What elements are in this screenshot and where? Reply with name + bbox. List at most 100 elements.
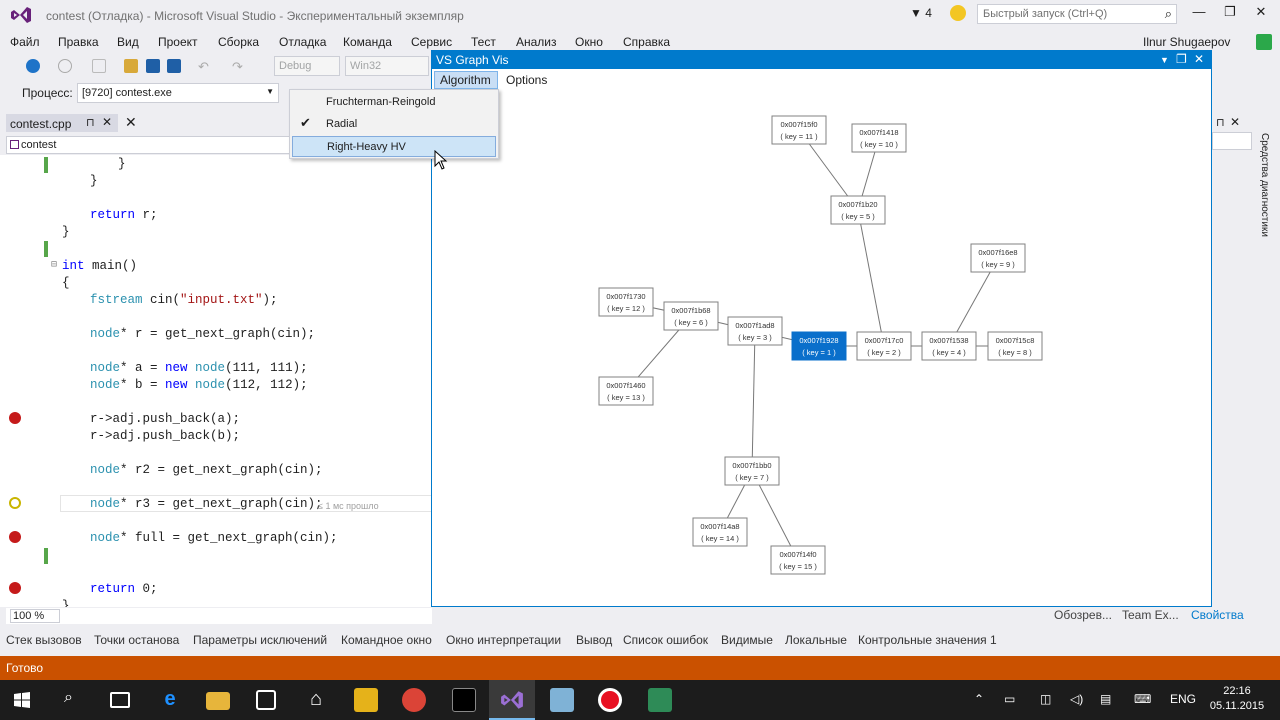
tab-autos[interactable]: Видимые bbox=[721, 633, 773, 647]
graph-node-n11[interactable]: 0x007f15f0 ( key = 11 ) bbox=[771, 115, 827, 145]
close-icon[interactable]: ✕ bbox=[1230, 115, 1240, 129]
open-file-icon[interactable] bbox=[124, 59, 138, 73]
visual-studio-icon[interactable] bbox=[500, 690, 524, 710]
app-blue-icon[interactable] bbox=[550, 688, 574, 712]
close-tab-icon[interactable]: ✕ bbox=[102, 115, 112, 129]
menu-help[interactable]: Справка bbox=[623, 35, 670, 49]
menu-view[interactable]: Вид bbox=[117, 35, 139, 49]
tab-breakpoints[interactable]: Точки останова bbox=[94, 633, 179, 647]
edge-icon[interactable]: e bbox=[158, 688, 182, 712]
breakpoint-disabled-icon[interactable] bbox=[9, 497, 21, 509]
show-hidden-icons-icon[interactable]: ⌃ bbox=[974, 692, 984, 706]
graph-node-n5[interactable]: 0x007f1b20 ( key = 5 ) bbox=[830, 195, 886, 225]
tab-watch-1[interactable]: Контрольные значения 1 bbox=[858, 633, 997, 647]
close-icon[interactable]: ✕ bbox=[1194, 52, 1204, 66]
user-avatar-icon[interactable] bbox=[1256, 34, 1272, 50]
redo-icon[interactable]: ↷ bbox=[232, 59, 246, 74]
graph-window-title-bar[interactable]: VS Graph Vis ▼ ❐ ✕ bbox=[432, 51, 1211, 69]
tab-contest-cpp[interactable]: contest.cpp ⊓ ✕ bbox=[6, 114, 118, 132]
window-menu-icon[interactable]: ▼ bbox=[1160, 55, 1169, 65]
graph-vis-window[interactable]: VS Graph Vis ▼ ❐ ✕ Algorithm Options 0x0… bbox=[431, 50, 1212, 607]
graph-node-n13[interactable]: 0x007f1460 ( key = 13 ) bbox=[598, 376, 654, 406]
menu-edit[interactable]: Правка bbox=[58, 35, 99, 49]
graph-node-n4[interactable]: 0x007f1538 ( key = 4 ) bbox=[921, 331, 977, 361]
tab-output[interactable]: Вывод bbox=[576, 633, 612, 647]
maximize-button[interactable]: ❐ bbox=[1217, 4, 1243, 24]
keyboard-icon[interactable]: ⌨ bbox=[1134, 692, 1151, 706]
tab-call-stack[interactable]: Стек вызовов bbox=[6, 633, 82, 647]
save-icon[interactable] bbox=[146, 59, 160, 73]
task-view-icon[interactable] bbox=[110, 692, 130, 708]
tab-locals[interactable]: Локальные bbox=[785, 633, 847, 647]
save-all-icon[interactable] bbox=[167, 59, 181, 73]
app-yellow-icon[interactable] bbox=[354, 688, 378, 712]
console-icon[interactable] bbox=[452, 688, 476, 712]
diagnostics-tools-tab[interactable]: Средства диагностики bbox=[1254, 133, 1270, 243]
close-document-icon[interactable]: ✕ bbox=[125, 114, 137, 131]
back-icon[interactable] bbox=[26, 59, 40, 73]
network-icon[interactable]: ◫ bbox=[1040, 692, 1051, 706]
language-indicator[interactable]: ENG bbox=[1170, 692, 1196, 706]
algorithm-right-heavy-hv[interactable]: Right-Heavy HV bbox=[292, 136, 496, 157]
tab-immediate-window[interactable]: Окно интерпретации bbox=[446, 633, 561, 647]
graph-node-n1[interactable]: 0x007f1928 ( key = 1 ) bbox=[791, 331, 847, 361]
search-icon[interactable]: ⌕ bbox=[64, 689, 73, 707]
graph-node-n3[interactable]: 0x007f1ad8 ( key = 3 ) bbox=[727, 316, 783, 346]
clock[interactable]: 22:16 05.11.2015 bbox=[1206, 684, 1268, 714]
menu-test[interactable]: Тест bbox=[471, 35, 496, 49]
menu-options[interactable]: Options bbox=[506, 73, 547, 87]
graph-node-n7[interactable]: 0x007f1bb0 ( key = 7 ) bbox=[724, 456, 780, 486]
chrome-icon[interactable] bbox=[402, 688, 426, 712]
breakpoint-icon[interactable] bbox=[9, 412, 21, 424]
graph-node-n15[interactable]: 0x007f14f0 ( key = 15 ) bbox=[770, 545, 826, 575]
graph-node-n12[interactable]: 0x007f1730 ( key = 12 ) bbox=[598, 287, 654, 317]
graph-node-n10[interactable]: 0x007f1418 ( key = 10 ) bbox=[851, 123, 907, 153]
undo-icon[interactable]: ↶ bbox=[198, 59, 212, 74]
close-button[interactable]: ✕ bbox=[1248, 4, 1274, 24]
perf-tip[interactable]: ≤ 1 мс прошло bbox=[318, 501, 379, 511]
menu-debug[interactable]: Отладка bbox=[279, 35, 326, 49]
configuration-select[interactable]: Debug bbox=[274, 56, 340, 76]
feedback-smiley-icon[interactable] bbox=[950, 5, 966, 21]
scope-select[interactable]: contest bbox=[21, 139, 56, 151]
graph-node-n8[interactable]: 0x007f15c8 ( key = 8 ) bbox=[987, 331, 1043, 361]
pin-icon[interactable]: ⊓ bbox=[1216, 116, 1225, 129]
graph-node-n6[interactable]: 0x007f1b68 ( key = 6 ) bbox=[663, 301, 719, 331]
tab-solution-explorer[interactable]: Обозрев... bbox=[1054, 608, 1112, 622]
graph-canvas[interactable]: 0x007f15f0 ( key = 11 ) 0x007f1418 ( key = … bbox=[432, 91, 1211, 606]
notifications-flag-icon[interactable]: ▼ 4 bbox=[910, 6, 932, 20]
menu-window[interactable]: Окно bbox=[575, 35, 603, 49]
tab-exception-settings[interactable]: Параметры исключений bbox=[193, 633, 327, 647]
store-icon[interactable] bbox=[256, 690, 276, 710]
code-editor[interactable]: } } return r; } ⊟ int main() { fstream c… bbox=[0, 155, 432, 607]
quick-launch-input[interactable]: Быстрый запуск (Ctrl+Q) ⌕ bbox=[977, 4, 1177, 24]
platform-select[interactable]: Win32 bbox=[345, 56, 429, 76]
user-name[interactable]: Ilnur Shugaepov bbox=[1143, 35, 1230, 49]
maximize-icon[interactable]: ❐ bbox=[1176, 52, 1187, 66]
menu-project[interactable]: Проект bbox=[158, 35, 198, 49]
forward-icon[interactable] bbox=[58, 59, 72, 73]
zoom-select[interactable]: 100 % bbox=[10, 609, 60, 623]
tab-properties[interactable]: Свойства bbox=[1191, 608, 1244, 622]
windows-start-icon[interactable] bbox=[14, 692, 30, 708]
battery-icon[interactable]: ▭ bbox=[1004, 692, 1015, 706]
record-icon[interactable] bbox=[598, 688, 622, 712]
breakpoint-icon[interactable] bbox=[9, 582, 21, 594]
home-icon[interactable]: ⌂ bbox=[304, 688, 328, 712]
pin-icon[interactable]: ⊓ bbox=[86, 116, 95, 129]
new-project-icon[interactable] bbox=[92, 59, 106, 73]
menu-build[interactable]: Сборка bbox=[218, 35, 259, 49]
file-explorer-icon[interactable] bbox=[206, 692, 230, 710]
tab-team-explorer[interactable]: Team Ex... bbox=[1122, 608, 1179, 622]
process-select[interactable]: [9720] contest.exe ▼ bbox=[77, 83, 279, 103]
collapse-icon[interactable]: ⊟ bbox=[51, 259, 57, 271]
app-green-icon[interactable] bbox=[648, 688, 672, 712]
minimize-button[interactable]: — bbox=[1186, 4, 1212, 24]
tab-error-list[interactable]: Список ошибок bbox=[623, 633, 708, 647]
graph-node-n2[interactable]: 0x007f17c0 ( key = 2 ) bbox=[856, 331, 912, 361]
panel-select[interactable] bbox=[1212, 132, 1252, 150]
graph-node-n14[interactable]: 0x007f14a8 ( key = 14 ) bbox=[692, 517, 748, 547]
menu-analyze[interactable]: Анализ bbox=[516, 35, 557, 49]
menu-tools[interactable]: Сервис bbox=[411, 35, 452, 49]
algorithm-fruchterman-reingold[interactable]: Fruchterman-Reingold bbox=[292, 92, 496, 113]
